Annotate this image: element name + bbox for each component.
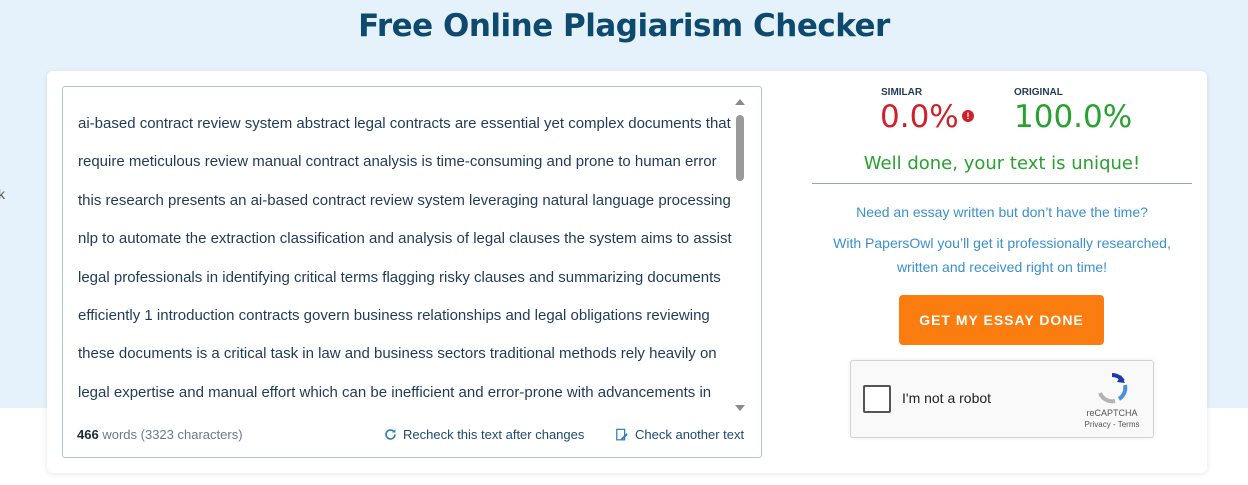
similar-label: SIMILAR xyxy=(881,87,923,98)
check-another-label: Check another text xyxy=(635,427,745,442)
text-line: require meticulous review manual contrac… xyxy=(78,153,717,171)
words-label: words xyxy=(102,427,138,442)
text-line: legal professionals in identifying criti… xyxy=(78,268,721,286)
char-count: 3323 xyxy=(144,427,174,442)
results-panel: SIMILAR 0.0% ! ORIGINAL 100.0% Well done… xyxy=(812,71,1192,473)
recheck-label: Recheck this text after changes xyxy=(403,427,585,442)
unique-message: Well done, your text is unique! xyxy=(863,153,1141,174)
original-percentage: 100.0% xyxy=(1014,99,1133,135)
promo-line-2a: With PapersOwl you’ll get it professiona… xyxy=(833,235,1171,251)
check-another-link[interactable]: Check another text xyxy=(615,427,744,442)
text-line: this research presents an ai-based contr… xyxy=(78,191,731,209)
promo-line-2b: written and received right on time! xyxy=(896,259,1108,275)
essay-text-area[interactable]: ai-based contract review system abstract… xyxy=(78,105,734,415)
promo-line-1: Need an essay written but don’t have the… xyxy=(856,204,1148,220)
scroll-down-arrow-icon[interactable] xyxy=(735,405,745,411)
text-line: nlp to automate the extraction classific… xyxy=(78,230,732,248)
checker-card: ai-based contract review system abstract… xyxy=(47,71,1207,473)
text-line: these documents is a critical task in la… xyxy=(78,345,717,363)
alert-icon[interactable]: ! xyxy=(962,110,974,122)
document-edit-icon xyxy=(615,428,629,442)
text-editor[interactable]: ai-based contract review system abstract… xyxy=(62,86,762,458)
refresh-icon xyxy=(383,428,397,442)
recheck-link[interactable]: Recheck this text after changes xyxy=(383,427,584,442)
page-title: Free Online Plagiarism Checker xyxy=(358,8,890,44)
word-count-stats: 466 words (3323 characters) xyxy=(77,427,243,442)
original-label: ORIGINAL xyxy=(1014,87,1063,98)
text-line: legal expertise and manual effort which … xyxy=(78,383,712,401)
text-line: efficiently 1 introduction contracts gov… xyxy=(78,307,710,325)
recaptcha-privacy-terms[interactable]: Privacy - Terms xyxy=(1079,420,1145,429)
recaptcha-checkbox[interactable] xyxy=(863,385,891,413)
edge-fragment: k xyxy=(0,186,5,202)
text-line: ai-based contract review system abstract… xyxy=(78,115,731,132)
recaptcha-logo-icon xyxy=(1095,371,1129,405)
recaptcha-widget: I'm not a robot reCAPTCHA Privacy - Term… xyxy=(850,360,1154,438)
scroll-thumb[interactable] xyxy=(736,115,744,181)
chars-label: characters xyxy=(177,427,239,442)
recaptcha-brand: reCAPTCHA xyxy=(1086,408,1138,418)
similar-percentage: 0.0% xyxy=(880,99,959,135)
get-essay-done-button[interactable]: GET MY ESSAY DONE xyxy=(899,295,1104,345)
promo-line-2: With PapersOwl you’ll get it professiona… xyxy=(812,231,1192,279)
divider xyxy=(812,183,1192,184)
recaptcha-label: I'm not a robot xyxy=(902,390,992,406)
word-count: 466 xyxy=(77,427,99,442)
editor-scrollbar[interactable] xyxy=(733,99,747,411)
scroll-up-arrow-icon[interactable] xyxy=(735,99,745,105)
